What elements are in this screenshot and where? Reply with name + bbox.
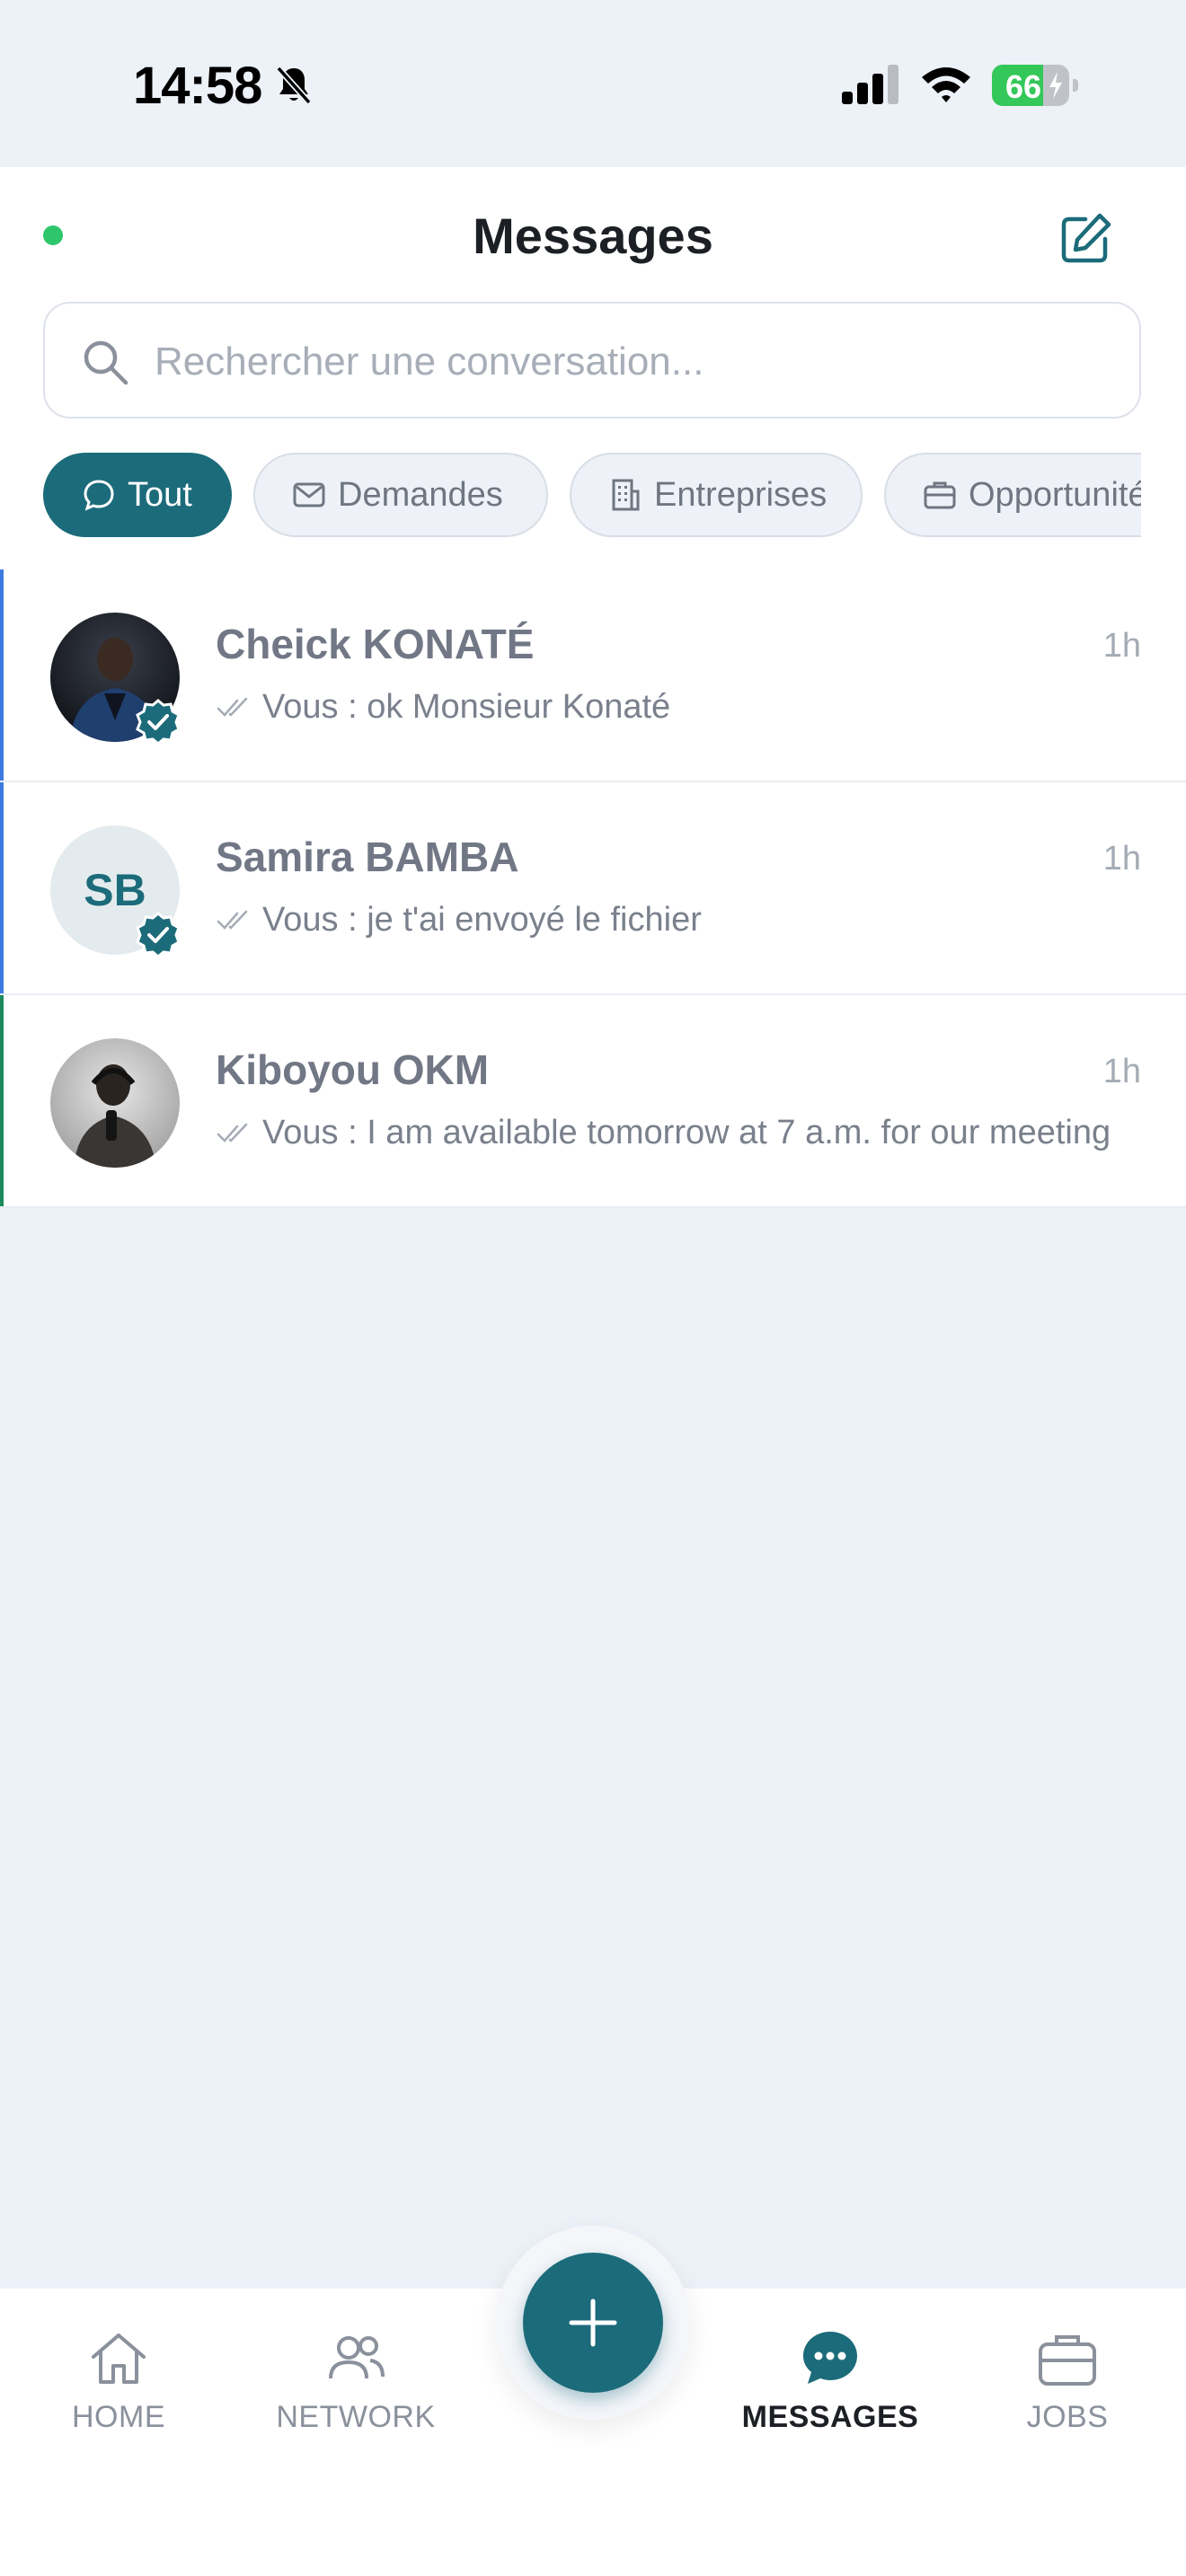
message-preview: Vous : I am available tomorrow at 7 a.m.…	[216, 1114, 1141, 1152]
plus-icon	[569, 2298, 617, 2347]
status-time: 14:58	[133, 57, 262, 115]
double-check-icon	[217, 910, 248, 930]
nav-label: MESSAGES	[741, 2400, 919, 2434]
briefcase-icon	[1039, 2335, 1096, 2386]
unread-accent-bar	[0, 569, 4, 781]
contact-name: Samira BAMBA	[216, 834, 519, 880]
filter-chip-label: Opportunités	[969, 475, 1141, 514]
preview-text: Vous : ok Monsieur Konaté	[262, 688, 671, 726]
battery-indicator: 66	[992, 65, 1078, 106]
filter-chip-demandes[interactable]: Demandes	[253, 453, 548, 537]
search-input[interactable]	[153, 327, 1109, 397]
search-and-filters: Tout Demandes Entreprises	[0, 298, 1186, 569]
nav-jobs[interactable]: JOBS	[960, 2326, 1175, 2461]
page-title: Messages	[473, 207, 713, 264]
search-icon	[84, 340, 128, 385]
nav-label: JOBS	[1026, 2400, 1109, 2434]
nav-home[interactable]: HOME	[11, 2326, 226, 2461]
verified-badge-icon	[136, 699, 181, 745]
nav-messages[interactable]: MESSAGES	[722, 2326, 938, 2461]
search-box[interactable]	[43, 302, 1141, 419]
nav-label: NETWORK	[276, 2400, 436, 2434]
filter-chip-entreprises[interactable]: Entreprises	[570, 453, 863, 537]
avatar	[50, 1038, 180, 1168]
filter-chip-label: Tout	[128, 475, 192, 514]
double-check-icon	[217, 697, 248, 717]
message-time: 1h	[1102, 1053, 1141, 1090]
verified-badge-icon	[136, 912, 181, 958]
conversation-item[interactable]: Kiboyou OKM 1h Vous : I am available tom…	[0, 995, 1186, 1208]
battery-tip	[1073, 79, 1078, 92]
filter-chip-tout[interactable]: Tout	[43, 453, 232, 537]
filter-chip-opportunites[interactable]: Opportunités	[884, 453, 1141, 537]
unread-accent-bar	[0, 995, 4, 1206]
double-check-icon	[217, 1123, 248, 1142]
contact-name: Cheick KONATÉ	[216, 621, 535, 667]
chat-bubble-icon	[84, 480, 114, 511]
new-post-button[interactable]	[523, 2253, 663, 2393]
briefcase-icon	[924, 481, 956, 509]
cellular-signal-icon	[842, 65, 898, 104]
conversation-list: Cheick KONATÉ 1h Vous : ok Monsieur Kona…	[0, 569, 1186, 1208]
message-time: 1h	[1102, 627, 1141, 665]
filter-chip-label: Demandes	[338, 475, 503, 514]
bell-off-icon	[276, 66, 312, 105]
wifi-icon	[922, 67, 970, 102]
envelope-icon	[293, 482, 325, 507]
unread-accent-bar	[0, 782, 4, 993]
building-icon	[612, 479, 640, 511]
chat-dots-icon	[803, 2332, 857, 2384]
preview-text: Vous : I am available tomorrow at 7 a.m.…	[262, 1114, 1111, 1151]
conversation-item[interactable]: SB Samira BAMBA 1h Vous : je t'ai envoyé…	[0, 782, 1186, 995]
battery-level: 66	[1005, 68, 1042, 105]
battery-body: 66	[992, 65, 1069, 106]
filter-chips: Tout Demandes Entreprises Opportunité	[43, 453, 1141, 539]
message-preview: Vous : ok Monsieur Konaté	[216, 688, 1141, 727]
app-header: Messages	[0, 167, 1186, 298]
people-icon	[329, 2336, 385, 2379]
contact-name: Kiboyou OKM	[216, 1046, 490, 1093]
nav-network[interactable]: NETWORK	[248, 2326, 464, 2461]
nav-label: HOME	[72, 2400, 165, 2434]
conversation-item[interactable]: Cheick KONATÉ 1h Vous : ok Monsieur Kona…	[0, 569, 1186, 782]
home-icon	[92, 2333, 146, 2384]
bolt-icon	[1049, 72, 1062, 99]
filter-chip-label: Entreprises	[654, 475, 828, 514]
status-bar: 14:58 66	[0, 0, 1186, 167]
message-time: 1h	[1102, 840, 1141, 878]
compose-icon[interactable]	[1057, 210, 1114, 268]
message-preview: Vous : je t'ai envoyé le fichier	[216, 901, 1141, 940]
preview-text: Vous : je t'ai envoyé le fichier	[262, 901, 702, 939]
